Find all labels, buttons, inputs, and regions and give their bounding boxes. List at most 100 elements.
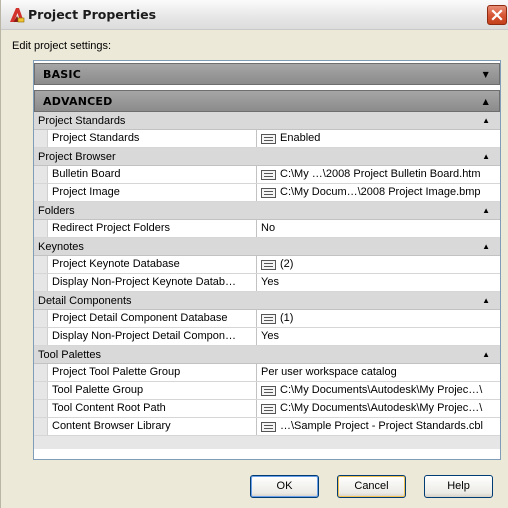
- property-value-text: No: [261, 222, 276, 234]
- list-editor-icon[interactable]: [261, 134, 276, 144]
- property-value-text: C:\My …\2008 Project Bulletin Board.htm: [280, 168, 481, 180]
- property-value[interactable]: C:\My …\2008 Project Bulletin Board.htm: [257, 166, 500, 183]
- property-row[interactable]: Bulletin Board C:\My …\2008 Project Bulle…: [34, 166, 500, 184]
- property-value-text: Enabled: [280, 132, 321, 144]
- edit-settings-label: Edit project settings:: [12, 40, 112, 52]
- project-properties-dialog: Project Properties Edit project settings…: [0, 0, 508, 508]
- category-label: Project Standards: [38, 114, 126, 127]
- list-editor-icon[interactable]: [261, 404, 276, 414]
- property-name: Tool Palette Group: [48, 382, 257, 399]
- collapse-arrow-icon[interactable]: ▲: [482, 116, 490, 125]
- property-name: Project Keynote Database: [48, 256, 257, 273]
- cancel-button[interactable]: Cancel: [337, 475, 406, 498]
- category-header[interactable]: Project Standards ▲: [34, 112, 500, 130]
- property-value[interactable]: No: [257, 220, 500, 237]
- property-row[interactable]: Project Image C:\My Docum…\2008 Project I…: [34, 184, 500, 202]
- property-name: Project Standards: [48, 130, 257, 147]
- category-list: Project Standards ▲ Project Standards Enabl…: [34, 112, 500, 436]
- list-editor-icon[interactable]: [261, 170, 276, 180]
- property-row[interactable]: Redirect Project Folders No: [34, 220, 500, 238]
- row-gutter: [34, 382, 48, 399]
- list-editor-icon[interactable]: [261, 422, 276, 432]
- property-value-text: (1): [280, 312, 294, 324]
- row-gutter: [34, 328, 48, 345]
- property-value[interactable]: Enabled: [257, 130, 500, 147]
- property-value[interactable]: Yes: [257, 328, 500, 345]
- property-row[interactable]: Display Non-Project Detail Compon… Yes: [34, 328, 500, 346]
- collapse-arrow-icon[interactable]: ▲: [482, 350, 490, 359]
- property-name: Bulletin Board: [48, 166, 257, 183]
- property-value-text: Per user workspace catalog: [261, 366, 397, 378]
- section-advanced[interactable]: ADVANCED ▲: [34, 90, 500, 112]
- property-row[interactable]: Project Standards Enabled: [34, 130, 500, 148]
- property-name: Project Detail Component Database: [48, 310, 257, 327]
- grid-empty-area: [34, 436, 500, 449]
- property-name: Redirect Project Folders: [48, 220, 257, 237]
- ok-button[interactable]: OK: [250, 475, 319, 498]
- property-row[interactable]: Project Detail Component Database (1): [34, 310, 500, 328]
- list-editor-icon[interactable]: [261, 314, 276, 324]
- help-button[interactable]: Help: [424, 475, 493, 498]
- property-row[interactable]: Tool Palette Group C:\My Documents\Autode…: [34, 382, 500, 400]
- collapse-arrow-icon[interactable]: ▲: [482, 152, 490, 161]
- property-value[interactable]: (1): [257, 310, 500, 327]
- autodesk-a-icon: [10, 8, 25, 23]
- property-name: Display Non-Project Detail Compon…: [48, 328, 257, 345]
- row-gutter: [34, 130, 48, 147]
- expand-arrow-icon[interactable]: ▼: [483, 70, 489, 79]
- property-row[interactable]: Display Non-Project Keynote Datab… Yes: [34, 274, 500, 292]
- property-value-text: C:\My Documents\Autodesk\My Projec…\: [280, 384, 483, 396]
- property-row[interactable]: Project Tool Palette Group Per user works…: [34, 364, 500, 382]
- property-value[interactable]: C:\My Docum…\2008 Project Image.bmp: [257, 184, 500, 201]
- property-name: Content Browser Library: [48, 418, 257, 435]
- row-gutter: [34, 256, 48, 273]
- property-row[interactable]: Project Keynote Database (2): [34, 256, 500, 274]
- category-header[interactable]: Project Browser ▲: [34, 148, 500, 166]
- section-advanced-label: ADVANCED: [43, 94, 113, 108]
- row-gutter: [34, 166, 48, 183]
- collapse-arrow-icon[interactable]: ▲: [482, 296, 490, 305]
- property-row[interactable]: Content Browser Library …\Sample Project …: [34, 418, 500, 436]
- property-value-text: C:\My Documents\Autodesk\My Projec…\: [280, 402, 483, 414]
- window-title: Project Properties: [28, 7, 157, 22]
- property-name: Project Tool Palette Group: [48, 364, 257, 381]
- collapse-arrow-icon[interactable]: ▲: [482, 206, 490, 215]
- list-editor-icon[interactable]: [261, 188, 276, 198]
- category-header[interactable]: Keynotes ▲: [34, 238, 500, 256]
- collapse-arrow-icon[interactable]: ▲: [483, 97, 489, 106]
- property-value[interactable]: C:\My Documents\Autodesk\My Projec…\: [257, 400, 500, 417]
- close-icon: [491, 9, 503, 21]
- property-value[interactable]: Per user workspace catalog: [257, 364, 500, 381]
- property-value-text: C:\My Docum…\2008 Project Image.bmp: [280, 186, 481, 198]
- property-grid[interactable]: BASIC ▼ ADVANCED ▲ Project Standards ▲ Pro…: [33, 60, 501, 460]
- property-value-text: …\Sample Project - Project Standards.cbl: [280, 420, 483, 432]
- section-basic[interactable]: BASIC ▼: [34, 63, 500, 85]
- row-gutter: [34, 220, 48, 237]
- close-button[interactable]: [487, 5, 507, 25]
- list-editor-icon[interactable]: [261, 386, 276, 396]
- category-header[interactable]: Detail Components ▲: [34, 292, 500, 310]
- row-gutter: [34, 400, 48, 417]
- property-value[interactable]: (2): [257, 256, 500, 273]
- category-label: Keynotes: [38, 240, 84, 253]
- title-bar[interactable]: Project Properties: [1, 0, 508, 30]
- property-row[interactable]: Tool Content Root Path C:\My Documents\Au…: [34, 400, 500, 418]
- category-header[interactable]: Tool Palettes ▲: [34, 346, 500, 364]
- property-value-text: Yes: [261, 330, 279, 342]
- section-basic-label: BASIC: [43, 67, 81, 81]
- category-header[interactable]: Folders ▲: [34, 202, 500, 220]
- list-editor-icon[interactable]: [261, 260, 276, 270]
- category-label: Tool Palettes: [38, 348, 101, 361]
- property-value[interactable]: …\Sample Project - Project Standards.cbl: [257, 418, 500, 435]
- category-label: Detail Components: [38, 294, 132, 307]
- row-gutter: [34, 418, 48, 435]
- row-gutter: [34, 274, 48, 291]
- row-gutter: [34, 364, 48, 381]
- property-value[interactable]: C:\My Documents\Autodesk\My Projec…\: [257, 382, 500, 399]
- row-gutter: [34, 184, 48, 201]
- property-value[interactable]: Yes: [257, 274, 500, 291]
- property-name: Tool Content Root Path: [48, 400, 257, 417]
- collapse-arrow-icon[interactable]: ▲: [482, 242, 490, 251]
- property-value-text: Yes: [261, 276, 279, 288]
